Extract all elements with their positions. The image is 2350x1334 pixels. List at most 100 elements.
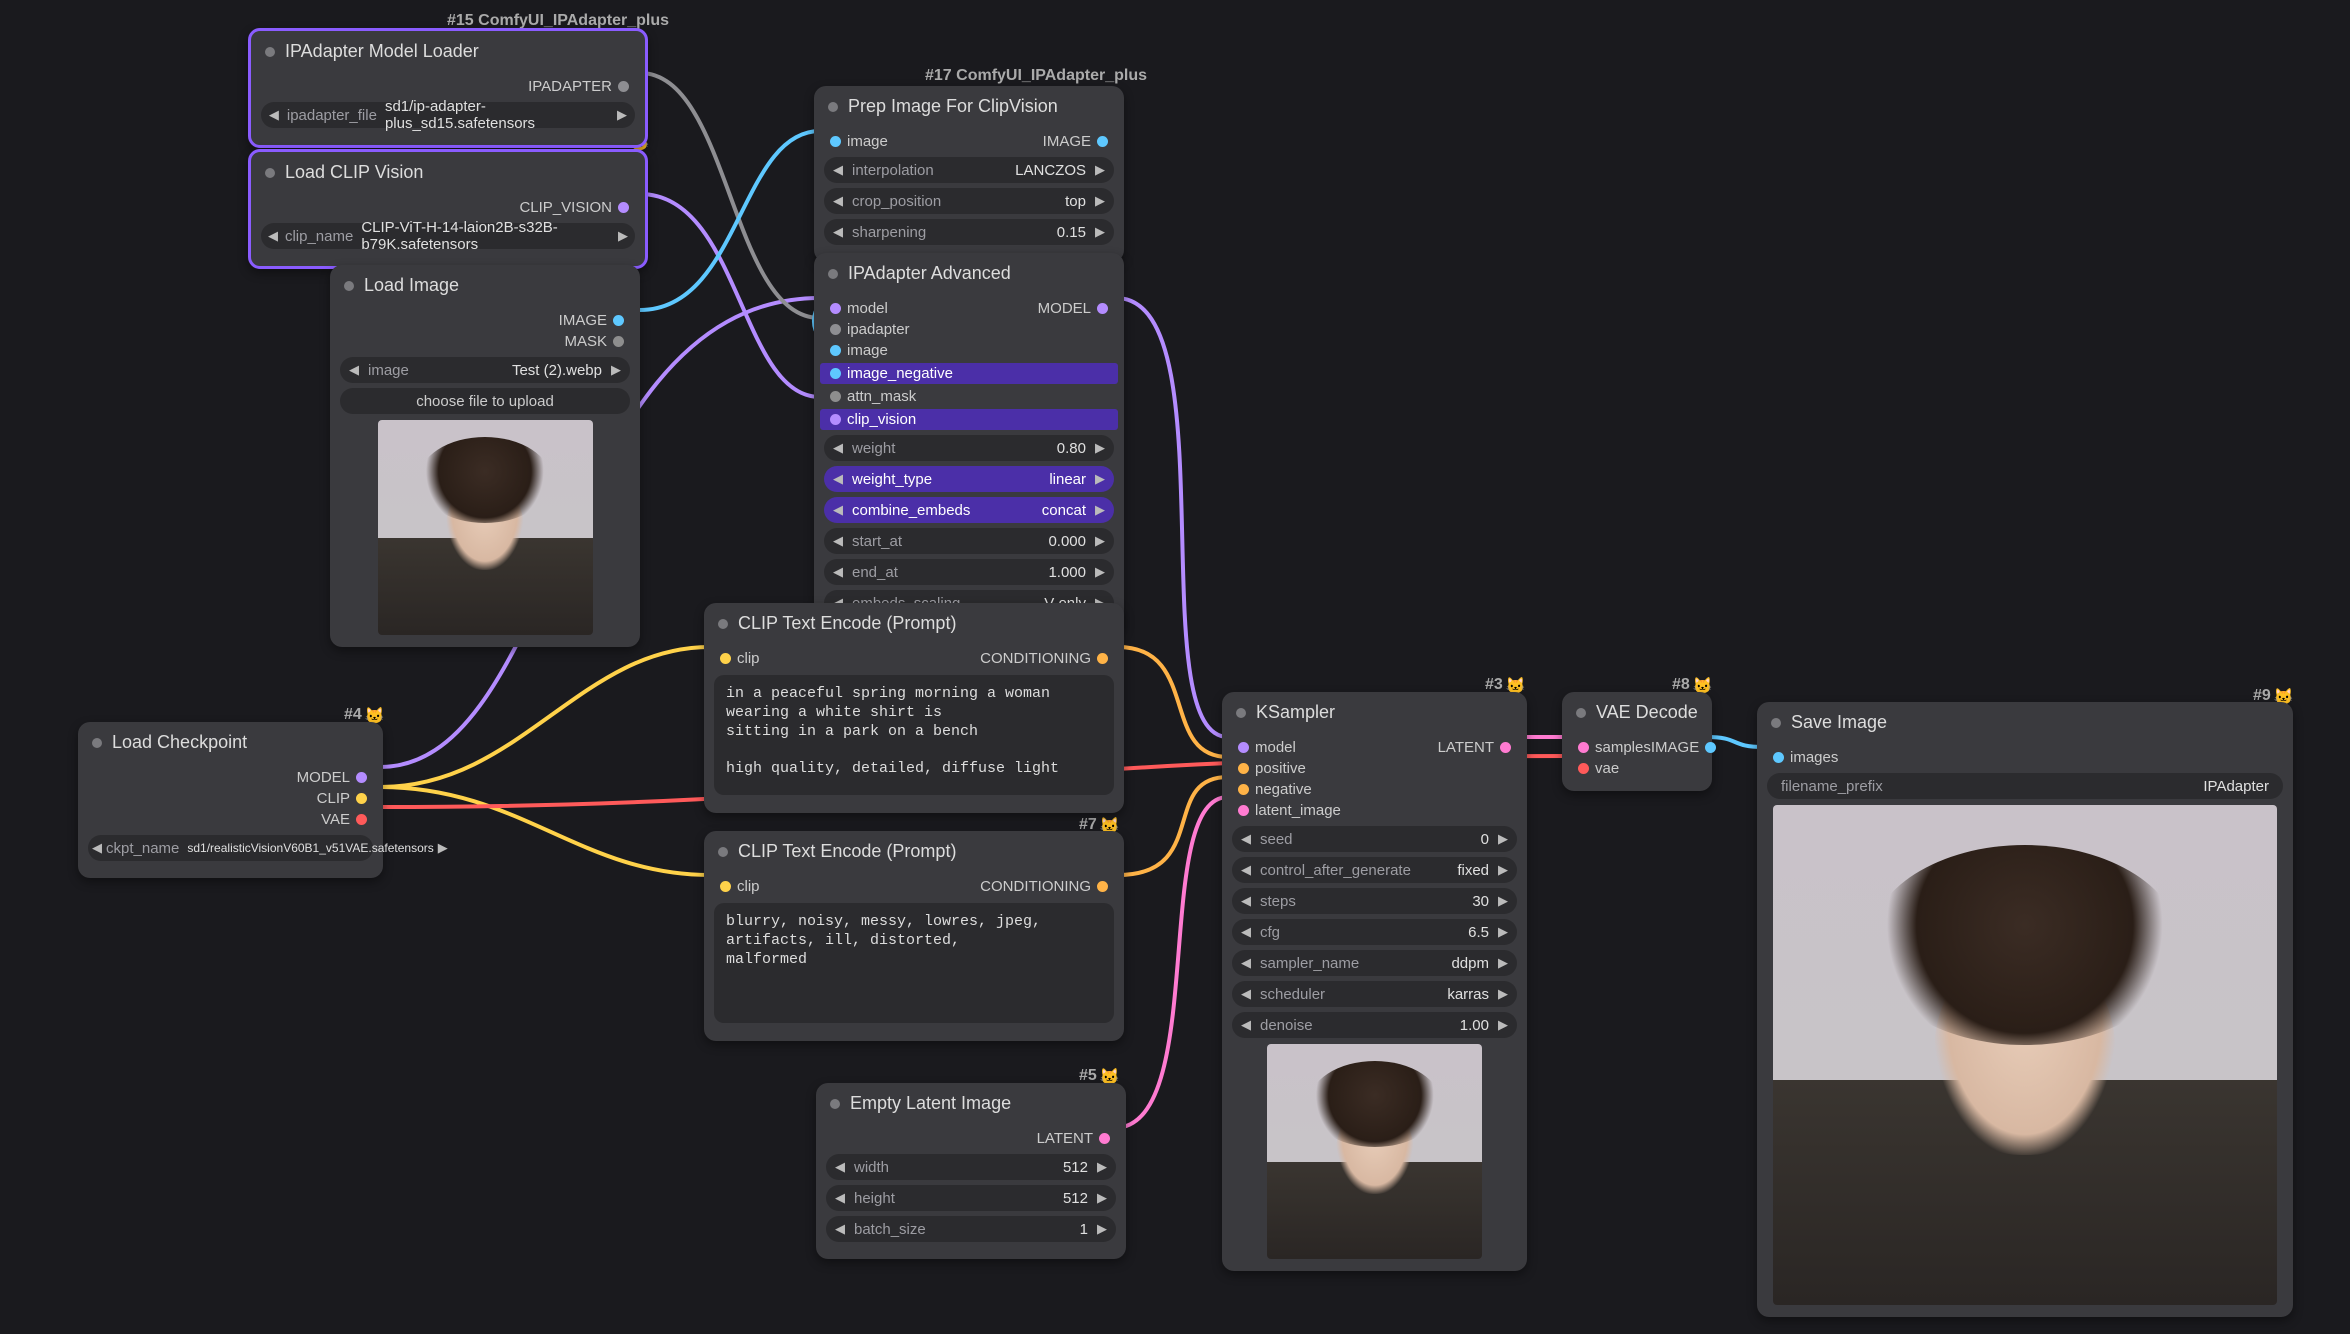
chevron-right-icon[interactable]: ▶ xyxy=(438,840,448,856)
collapse-dot-icon[interactable] xyxy=(718,847,728,857)
input-port-negative[interactable]: negative xyxy=(1232,779,1517,800)
input-port-clip[interactable]: clip xyxy=(714,648,760,669)
chevron-right-icon[interactable]: ▶ xyxy=(1090,533,1110,549)
node-header[interactable]: IPAdapter Model Loader xyxy=(251,31,645,72)
widget-ipadapter-file[interactable]: ◀ ipadapter_file sd1/ip-adapter-plus_sd1… xyxy=(261,102,635,128)
node-header[interactable]: Load CLIP Vision xyxy=(251,152,645,193)
output-port-conditioning[interactable]: CONDITIONING xyxy=(980,876,1114,897)
node-header[interactable]: VAE Decode xyxy=(1562,692,1712,733)
chevron-left-icon[interactable]: ◀ xyxy=(1236,955,1256,971)
collapse-dot-icon[interactable] xyxy=(1771,718,1781,728)
collapse-dot-icon[interactable] xyxy=(1576,708,1586,718)
chevron-left-icon[interactable]: ◀ xyxy=(265,107,283,123)
input-port-clip[interactable]: clip xyxy=(714,876,760,897)
chevron-left-icon[interactable]: ◀ xyxy=(265,228,281,244)
input-port-positive[interactable]: positive xyxy=(1232,758,1517,779)
input-port-ipadapter[interactable]: ipadapter xyxy=(824,319,1114,340)
output-port-clip-vision[interactable]: CLIP_VISION xyxy=(261,197,635,218)
chevron-left-icon[interactable]: ◀ xyxy=(344,362,364,378)
chevron-right-icon[interactable]: ▶ xyxy=(1090,224,1110,240)
chevron-right-icon[interactable]: ▶ xyxy=(1092,1159,1112,1175)
chevron-right-icon[interactable]: ▶ xyxy=(1090,440,1110,456)
chevron-right-icon[interactable]: ▶ xyxy=(1493,924,1513,940)
chevron-left-icon[interactable]: ◀ xyxy=(830,1221,850,1237)
widget-crop-position[interactable]: ◀crop_positiontop▶ xyxy=(824,188,1114,214)
chevron-right-icon[interactable]: ▶ xyxy=(1493,1017,1513,1033)
node-header[interactable]: Save Image xyxy=(1757,702,2293,743)
node-prep-image-clipvision[interactable]: Prep Image For ClipVision image IMAGE ◀i… xyxy=(814,86,1124,262)
chevron-left-icon[interactable]: ◀ xyxy=(1236,986,1256,1002)
widget-denoise[interactable]: ◀denoise1.00▶ xyxy=(1232,1012,1517,1038)
chevron-left-icon[interactable]: ◀ xyxy=(1236,862,1256,878)
input-port-latent-image[interactable]: latent_image xyxy=(1232,800,1517,821)
widget-weight-type[interactable]: ◀weight_typelinear▶ xyxy=(824,466,1114,492)
node-empty-latent-image[interactable]: Empty Latent Image LATENT ◀width512▶ ◀he… xyxy=(816,1083,1126,1259)
widget-interpolation[interactable]: ◀interpolationLANCZOS▶ xyxy=(824,157,1114,183)
widget-end-at[interactable]: ◀end_at1.000▶ xyxy=(824,559,1114,585)
output-port-mask[interactable]: MASK xyxy=(340,331,630,352)
node-load-clip-vision[interactable]: Load CLIP Vision CLIP_VISION ◀ clip_name… xyxy=(248,149,648,269)
widget-clip-name[interactable]: ◀ clip_name CLIP-ViT-H-14-laion2B-s32B-b… xyxy=(261,223,635,249)
widget-image[interactable]: ◀ image Test (2).webp ▶ xyxy=(340,357,630,383)
input-port-model[interactable]: model xyxy=(824,298,888,319)
input-port-vae[interactable]: vae xyxy=(1572,758,1702,779)
node-header[interactable]: Load Image xyxy=(330,265,640,306)
output-port-latent[interactable]: LATENT xyxy=(1438,737,1517,758)
node-load-checkpoint[interactable]: Load Checkpoint MODEL CLIP VAE ◀ ckpt_na… xyxy=(78,722,383,878)
widget-ckpt-name[interactable]: ◀ ckpt_name sd1/realisticVisionV60B1_v51… xyxy=(88,835,373,861)
chevron-left-icon[interactable]: ◀ xyxy=(828,533,848,549)
chevron-right-icon[interactable]: ▶ xyxy=(606,362,626,378)
widget-weight[interactable]: ◀weight0.80▶ xyxy=(824,435,1114,461)
input-port-samples[interactable]: samples xyxy=(1572,737,1651,758)
widget-filename-prefix[interactable]: filename_prefixIPAdapter xyxy=(1767,773,2283,799)
widget-steps[interactable]: ◀steps30▶ xyxy=(1232,888,1517,914)
node-ksampler[interactable]: KSampler model LATENT positive negative … xyxy=(1222,692,1527,1271)
node-save-image[interactable]: Save Image images filename_prefixIPAdapt… xyxy=(1757,702,2293,1317)
node-header[interactable]: CLIP Text Encode (Prompt) xyxy=(704,831,1124,872)
chevron-right-icon[interactable]: ▶ xyxy=(1493,955,1513,971)
collapse-dot-icon[interactable] xyxy=(265,47,275,57)
chevron-left-icon[interactable]: ◀ xyxy=(828,564,848,580)
collapse-dot-icon[interactable] xyxy=(718,619,728,629)
input-port-model[interactable]: model xyxy=(1232,737,1296,758)
output-port-conditioning[interactable]: CONDITIONING xyxy=(980,648,1114,669)
node-vae-decode[interactable]: VAE Decode samples IMAGE vae xyxy=(1562,692,1712,791)
node-ipadapter-model-loader[interactable]: IPAdapter Model Loader IPADAPTER ◀ ipada… xyxy=(248,28,648,148)
node-ipadapter-advanced[interactable]: IPAdapter Advanced model MODEL ipadapter… xyxy=(814,253,1124,633)
input-port-attn-mask[interactable]: attn_mask xyxy=(824,386,1114,407)
output-port-vae[interactable]: VAE xyxy=(88,809,373,830)
widget-start-at[interactable]: ◀start_at0.000▶ xyxy=(824,528,1114,554)
input-port-images[interactable]: images xyxy=(1767,747,2283,768)
widget-control-after-generate[interactable]: ◀control_after_generatefixed▶ xyxy=(1232,857,1517,883)
node-header[interactable]: IPAdapter Advanced xyxy=(814,253,1124,294)
chevron-right-icon[interactable]: ▶ xyxy=(1493,831,1513,847)
chevron-right-icon[interactable]: ▶ xyxy=(1090,471,1110,487)
output-port-ipadapter[interactable]: IPADAPTER xyxy=(261,76,635,97)
collapse-dot-icon[interactable] xyxy=(92,738,102,748)
chevron-right-icon[interactable]: ▶ xyxy=(1090,502,1110,518)
chevron-right-icon[interactable]: ▶ xyxy=(613,107,631,123)
prompt-textarea[interactable]: blurry, noisy, messy, lowres, jpeg, arti… xyxy=(714,903,1114,1023)
chevron-right-icon[interactable]: ▶ xyxy=(1090,193,1110,209)
collapse-dot-icon[interactable] xyxy=(344,281,354,291)
collapse-dot-icon[interactable] xyxy=(1236,708,1246,718)
chevron-left-icon[interactable]: ◀ xyxy=(1236,893,1256,909)
collapse-dot-icon[interactable] xyxy=(828,269,838,279)
node-header[interactable]: Load Checkpoint xyxy=(78,722,383,763)
node-clip-text-encode-positive[interactable]: CLIP Text Encode (Prompt) clip CONDITION… xyxy=(704,603,1124,813)
chevron-right-icon[interactable]: ▶ xyxy=(1090,564,1110,580)
widget-sharpening[interactable]: ◀sharpening0.15▶ xyxy=(824,219,1114,245)
chevron-left-icon[interactable]: ◀ xyxy=(1236,1017,1256,1033)
collapse-dot-icon[interactable] xyxy=(265,168,275,178)
prompt-textarea[interactable]: in a peaceful spring morning a woman wea… xyxy=(714,675,1114,795)
node-header[interactable]: CLIP Text Encode (Prompt) xyxy=(704,603,1124,644)
output-port-model[interactable]: MODEL xyxy=(88,767,373,788)
input-port-image[interactable]: image xyxy=(824,131,888,152)
choose-file-button[interactable]: choose file to upload xyxy=(340,388,630,414)
node-load-image[interactable]: Load Image IMAGE MASK ◀ image Test (2).w… xyxy=(330,265,640,647)
widget-combine-embeds[interactable]: ◀combine_embedsconcat▶ xyxy=(824,497,1114,523)
widget-seed[interactable]: ◀seed0▶ xyxy=(1232,826,1517,852)
collapse-dot-icon[interactable] xyxy=(830,1099,840,1109)
chevron-left-icon[interactable]: ◀ xyxy=(828,224,848,240)
chevron-right-icon[interactable]: ▶ xyxy=(1493,893,1513,909)
